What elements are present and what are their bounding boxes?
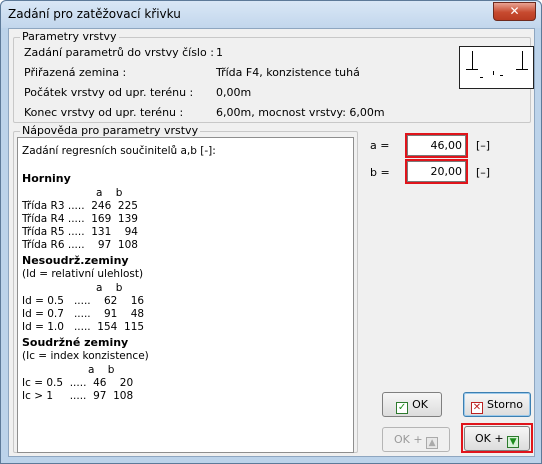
help-text-box[interactable]: Zadání regresních součinitelů a,b [-]: H… — [17, 137, 354, 453]
assigned-soil-value: Třída F4, konzistence tuhá — [216, 66, 360, 79]
help-horniny-row: Třída R6 ..... 97 108 — [22, 239, 138, 251]
layer-end-value: 6,00m, mocnost vrstvy: 6,00m — [216, 106, 385, 119]
dialog-window: Zadání pro zatěžovací křivku ✕ Parametry… — [0, 0, 542, 464]
cancel-x-icon: ✕ — [470, 402, 483, 414]
help-soudrz-columns: a b — [88, 364, 115, 376]
title-bar[interactable]: Zadání pro zatěžovací křivku ✕ — [1, 1, 541, 28]
checkmark-icon: ✓ — [396, 402, 409, 414]
help-horniny-columns: a b — [96, 187, 123, 199]
ok-plus-up-button[interactable]: OK + ▲ — [382, 427, 450, 452]
ok-button[interactable]: ✓ OK — [382, 392, 442, 417]
arrow-up-icon: ▲ — [426, 437, 439, 449]
assigned-soil-label: Přiřazená zemina : — [24, 66, 127, 79]
b-input[interactable] — [407, 161, 466, 182]
layer-start-label: Počátek vrstvy od upr. terénu : — [24, 86, 194, 99]
b-label: b = — [370, 166, 390, 179]
b-unit: [–] — [476, 166, 491, 179]
layer-start-value: 0,00m — [216, 86, 252, 99]
window-title: Zadání pro zatěžovací křivku — [8, 7, 181, 21]
ok-plus-up-label: OK + — [393, 433, 423, 446]
layer-end-label: Konec vrstvy od upr. terénu : — [24, 106, 184, 119]
help-nesoudrz-columns: a b — [96, 282, 123, 294]
ok-plus-down-label: OK + — [474, 432, 504, 445]
storno-button[interactable]: ✕ Storno — [463, 392, 531, 417]
help-legend: Nápověda pro parametry vrstvy — [20, 124, 201, 137]
help-soudrz-heading: Soudržné zeminy — [22, 336, 129, 349]
layer-params-group: Parametry vrstvy Zadání parametrů do vrs… — [13, 30, 534, 123]
help-soudrz-row: Ic > 1 ..... 97 108 — [22, 390, 134, 402]
layer-preview-thumbnail — [459, 46, 534, 89]
help-intro: Zadání regresních součinitelů a,b [-]: — [22, 145, 216, 157]
help-nesoudrz-note: (Id = relativní ulehlost) — [22, 268, 144, 280]
ok-plus-down-button[interactable]: OK + ▼ — [464, 426, 530, 451]
close-button[interactable]: ✕ — [493, 2, 536, 21]
b-input-highlight — [405, 159, 468, 184]
help-horniny-row: Třída R4 ..... 169 139 — [22, 213, 138, 225]
layer-number-label: Zadání parametrů do vrstvy číslo : — [24, 46, 214, 59]
help-horniny-row: Třída R3 ..... 246 225 — [22, 200, 138, 212]
help-nesoudrz-row: Id = 0.7 ..... 91 48 — [22, 308, 145, 320]
help-soudrz-note: (Ic = index konzistence) — [22, 350, 149, 362]
help-nesoudrz-row: Id = 0.5 ..... 62 16 — [22, 295, 145, 307]
close-icon: ✕ — [509, 4, 520, 18]
a-input[interactable] — [407, 135, 466, 156]
help-soudrz-row: Ic = 0.5 ..... 46 20 — [22, 377, 134, 389]
dialog-client-area: Parametry vrstvy Zadání parametrů do vrs… — [8, 28, 535, 457]
a-label: a = — [370, 139, 390, 152]
help-horniny-row: Třída R5 ..... 131 94 — [22, 226, 138, 238]
layer-number-value: 1 — [216, 46, 223, 59]
storno-button-label: Storno — [486, 398, 524, 411]
help-horniny-heading: Horniny — [22, 172, 71, 185]
ok-button-label: OK — [412, 398, 428, 411]
help-nesoudrz-row: Id = 1.0 ..... 154 115 — [22, 321, 145, 333]
arrow-down-icon: ▼ — [507, 436, 520, 448]
layer-params-legend: Parametry vrstvy — [20, 30, 119, 43]
help-nesoudrz-heading: Nesoudrž.zeminy — [22, 254, 129, 267]
a-unit: [–] — [476, 139, 491, 152]
a-input-highlight — [405, 133, 468, 158]
